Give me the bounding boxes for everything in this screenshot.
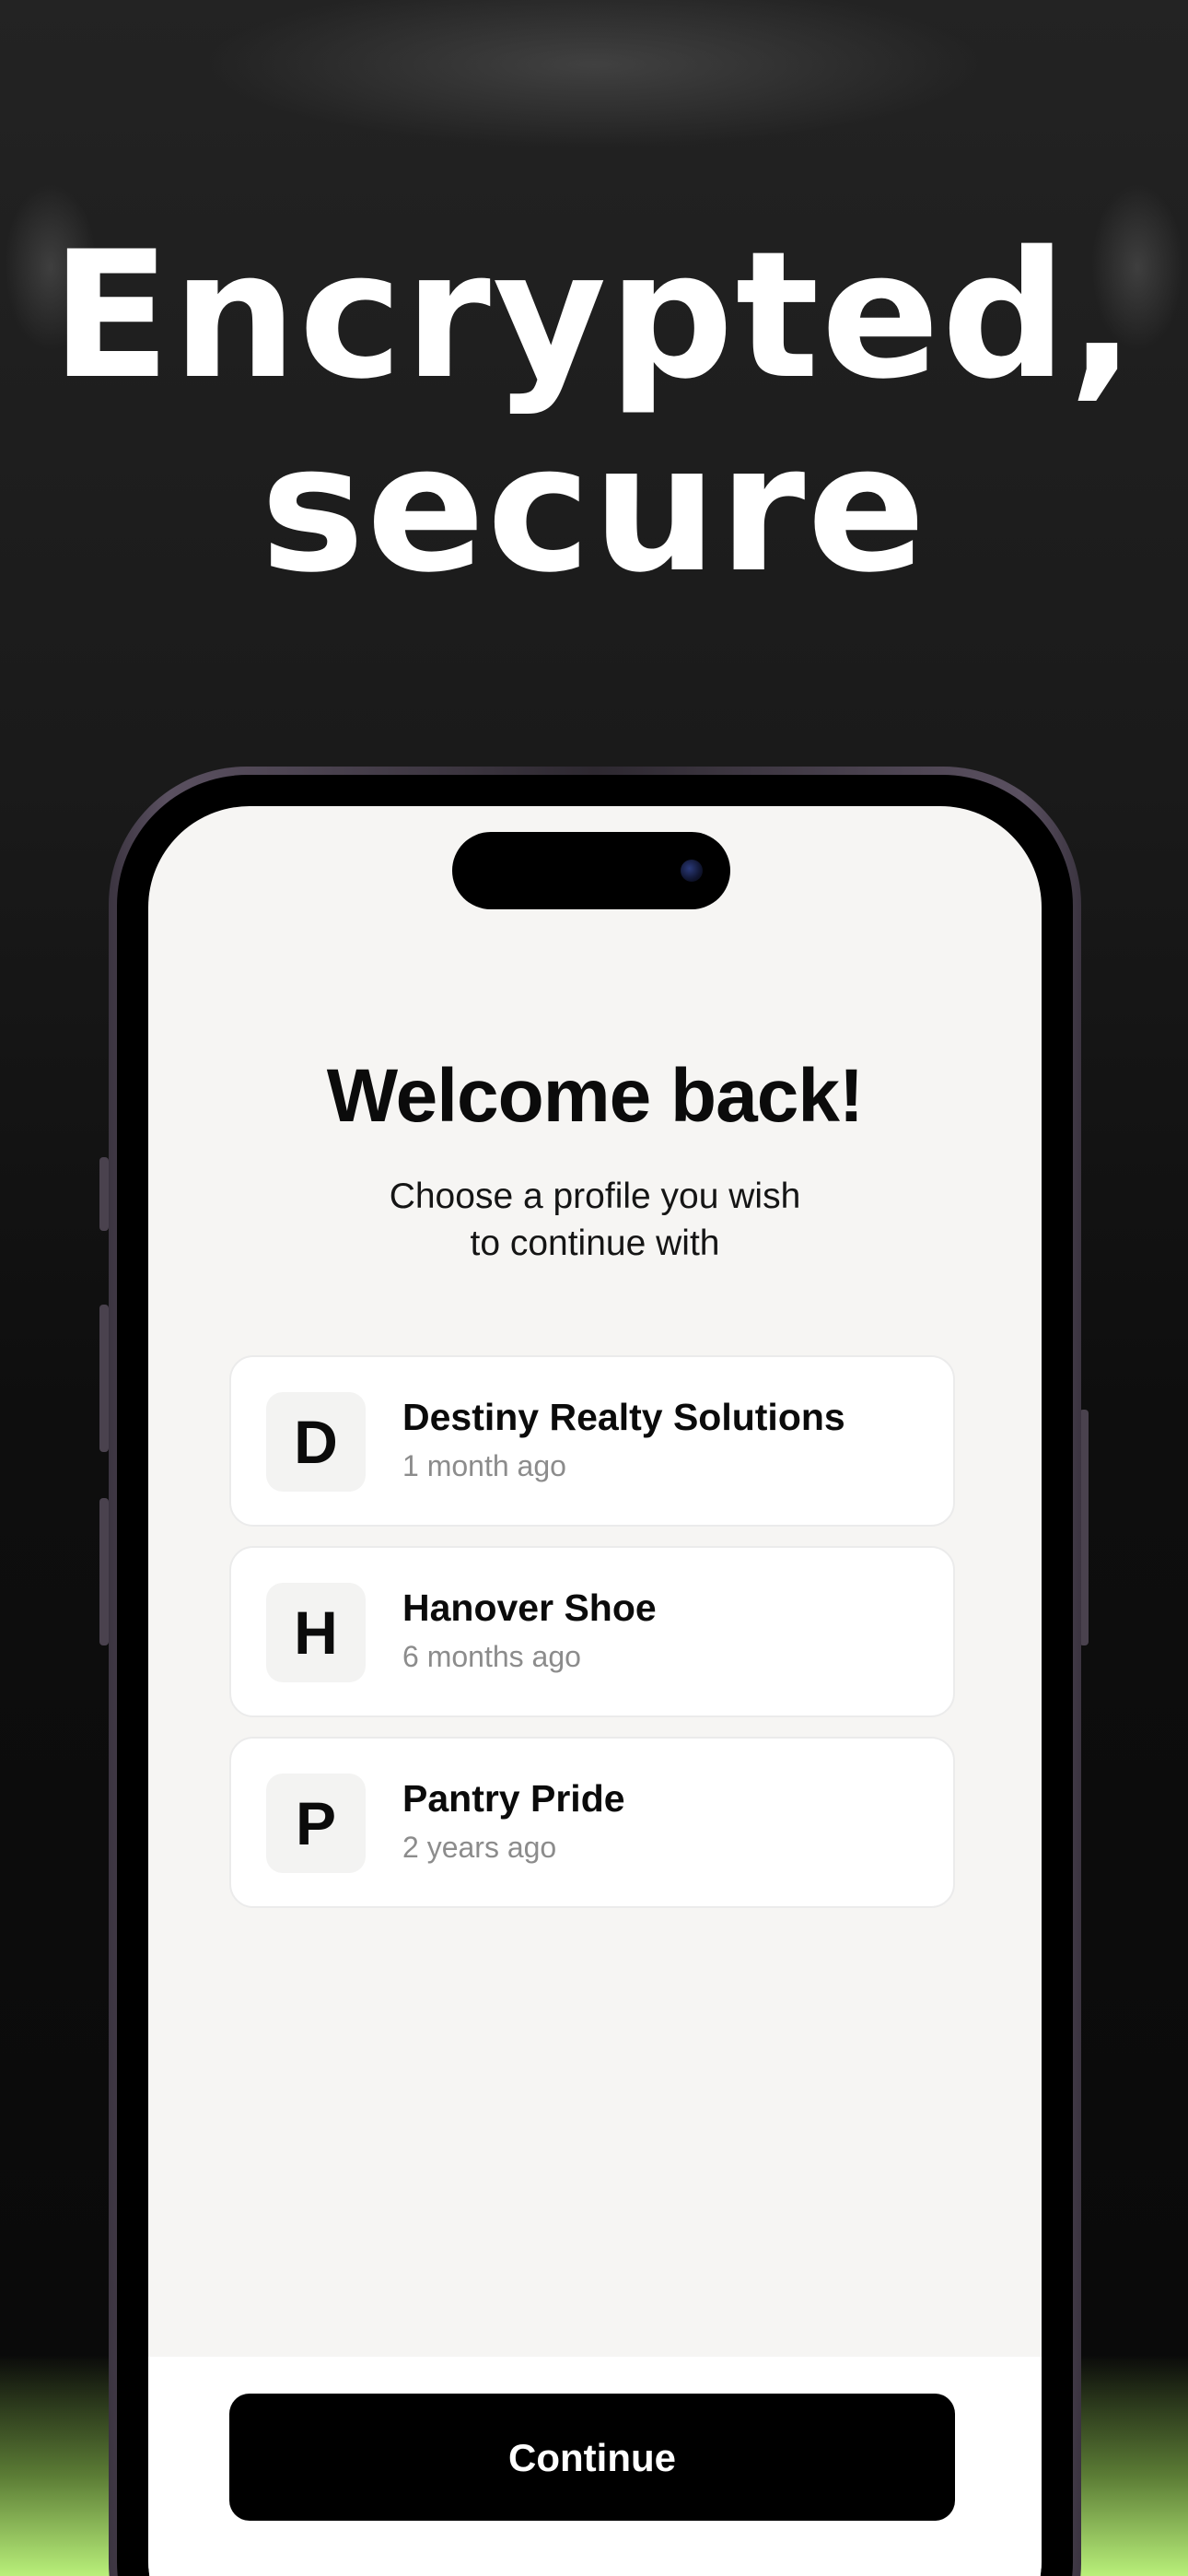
profile-last-used: 2 years ago [402, 1831, 557, 1864]
phone-volume-up-button [99, 1305, 109, 1452]
page-title: Welcome back! [326, 1054, 865, 1138]
profile-list: D Destiny Realty Solutions 1 month ago H… [229, 1355, 955, 1927]
profile-avatar: H [266, 1583, 366, 1682]
phone-action-button [99, 1157, 109, 1231]
profile-avatar: P [266, 1774, 366, 1873]
headline-line-1: Encrypted, [51, 214, 1137, 417]
page-subtitle: Choose a profile you wish to continue wi… [389, 1177, 801, 1263]
profile-name: Hanover Shoe [402, 1587, 657, 1629]
dynamic-island [452, 832, 730, 909]
headline-line-2: secure [260, 407, 928, 611]
phone-screen: Welcome back! Choose a profile you wish … [148, 806, 1042, 2576]
camera-icon [681, 860, 703, 882]
profile-item-hanover-shoe[interactable]: H Hanover Shoe 6 months ago [229, 1546, 955, 1717]
profile-avatar: D [266, 1392, 366, 1492]
phone-bezel: Welcome back! Choose a profile you wish … [117, 775, 1073, 2576]
profile-last-used: 6 months ago [402, 1640, 581, 1673]
bottom-action-bar: Continue [148, 2357, 1042, 2576]
profile-name: Pantry Pride [402, 1777, 625, 1820]
phone-volume-down-button [99, 1498, 109, 1645]
promo-canvas: Encrypted, secure Welcome back! Choose a… [0, 0, 1188, 2576]
profile-last-used: 1 month ago [402, 1449, 566, 1482]
phone-frame: Welcome back! Choose a profile you wish … [109, 767, 1081, 2576]
profile-item-destiny-realty-solutions[interactable]: D Destiny Realty Solutions 1 month ago [229, 1355, 955, 1527]
promo-headline: Encrypted, secure [0, 219, 1188, 606]
profile-item-pantry-pride[interactable]: P Pantry Pride 2 years ago [229, 1737, 955, 1908]
continue-button[interactable]: Continue [229, 2394, 955, 2521]
profile-name: Destiny Realty Solutions [402, 1396, 845, 1438]
